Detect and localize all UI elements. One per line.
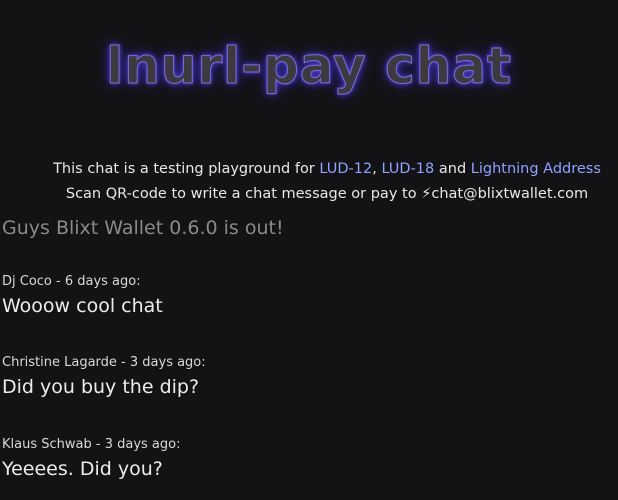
message-text: Did you buy the dip? — [2, 376, 200, 398]
lightning-bolt-icon: ⚡ — [421, 186, 432, 202]
info-text: Scan QR-code to write a chat message or … — [65, 186, 422, 202]
message-text: Wooow cool chat — [2, 295, 163, 317]
lud12-link[interactable]: LUD-12 — [319, 161, 372, 177]
message-text: Yeeees. Did you? — [2, 458, 163, 480]
message-author-time: Dj Coco - 6 days ago: — [2, 274, 141, 289]
info-separator: and — [434, 161, 471, 177]
message-author-time: Christine Lagarde - 3 days ago: — [2, 355, 206, 370]
lightning-address-link[interactable]: Lightning Address — [471, 161, 601, 177]
lud18-link[interactable]: LUD-18 — [381, 161, 434, 177]
chat-message: Dj Coco - 6 days ago: Wooow cool chat — [2, 274, 163, 319]
info-text: This chat is a testing playground for — [53, 161, 320, 177]
info-line-playground: This chat is a testing playground for LU… — [0, 161, 618, 177]
info-line-scan: Scan QR-code to write a chat message or … — [0, 186, 618, 202]
chat-message: Klaus Schwab - 3 days ago: Yeeees. Did y… — [2, 437, 180, 482]
chat-message: Christine Lagarde - 3 days ago: Did you … — [2, 355, 206, 400]
message-author-time: Klaus Schwab - 3 days ago: — [2, 437, 181, 452]
page-title: lnurl-pay chat — [106, 37, 512, 96]
lightning-address: chat@blixtwallet.com — [431, 186, 589, 202]
